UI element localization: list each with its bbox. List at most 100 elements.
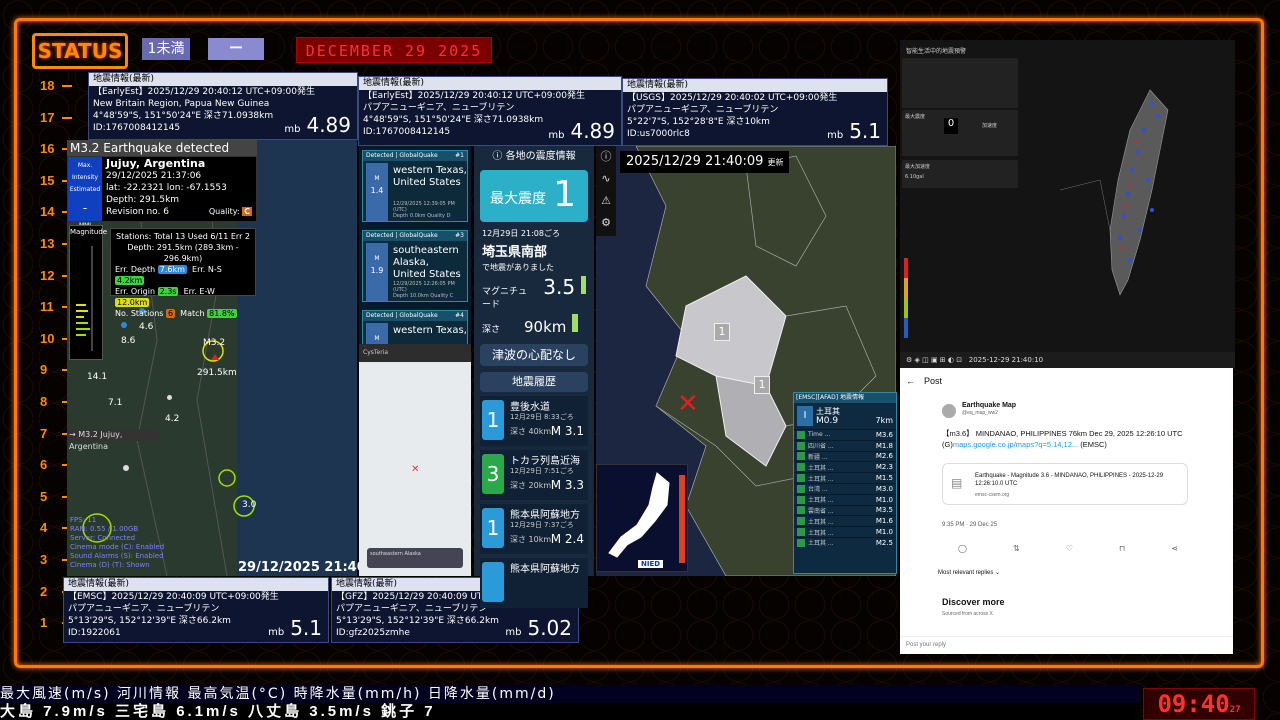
afad-row-text: 土耳其 ... — [808, 529, 834, 537]
history-item[interactable]: 1 豊後水道 12月29日 8:33ごろ 深さ 40km M 3.1 — [480, 396, 588, 446]
debug-line: Server: Connected — [70, 534, 136, 542]
like-icon[interactable]: ♡ — [1066, 544, 1073, 553]
afad-row[interactable]: 台湾 ... M3.0 — [794, 482, 896, 494]
cysteria-map[interactable]: CysTeria ✕ southeastern Alaska — [359, 344, 471, 576]
quake-quality: Quality: C — [208, 207, 252, 216]
event-list-item[interactable]: → M3.2 Jujuy, Argentina — [67, 429, 159, 451]
warning-icon[interactable]: ⚠ — [596, 190, 616, 212]
card-header: 地震情報(最新) — [64, 578, 328, 591]
event-depth-label: 291.5km — [197, 368, 237, 378]
afad-row[interactable]: 土耳其 ... M1.5 — [794, 472, 896, 483]
gq-details: 12/29/2025 12:26:05 PM (UTC) Depth 10.0km… — [393, 281, 455, 299]
post-title: Post — [924, 376, 943, 386]
afad-row[interactable]: 雲南省 ... M3.5 — [794, 504, 896, 516]
intensity-chip: 1未満 — [142, 38, 190, 60]
reply-sort[interactable]: Most relevant replies ⌄ — [938, 569, 1000, 576]
depth-label: 8.6 — [121, 336, 136, 346]
afad-magnitude: M0.9 — [816, 416, 839, 426]
taiwan-map — [1059, 89, 1169, 296]
depth-label: 14.1 — [87, 372, 108, 382]
afad-row[interactable]: Time ... M3.6 — [794, 429, 896, 440]
post-link[interactable]: maps.google.co.jp/maps?q=5.14,12... — [953, 440, 1078, 449]
quake-card-earlyest-en: 地震情報(最新) 【EarlyEst】2025/12/29 20:40:12 U… — [88, 72, 358, 140]
card-magnitude: mb 4.89 — [284, 113, 351, 137]
afad-intensity: I — [797, 406, 813, 426]
afad-row-marker — [797, 441, 805, 450]
card-magnitude: mb 5.02 — [505, 616, 572, 640]
quake-depth: Depth: 291.5km — [106, 195, 180, 205]
date-display: DECEMBER 29 2025 — [296, 37, 492, 63]
quake-latlon: lat: -22.2321 lon: -67.1553 — [106, 183, 227, 193]
link-card[interactable]: ▤ Earthquake - Magnitude 3.6 - MINDANAO,… — [942, 463, 1188, 505]
mini-japan-map — [596, 464, 688, 572]
wave-icon[interactable]: ∿ — [596, 168, 616, 190]
card-source: 【USGS】2025/12/29 20:40:02 UTC+09:00発生 — [627, 93, 838, 103]
afad-row-mag: M1.0 — [875, 528, 893, 537]
afad-row[interactable]: 土耳其 ... M2.3 — [794, 461, 896, 472]
back-arrow-icon[interactable]: ← — [906, 376, 915, 386]
card-header: 地震情報(最新) — [89, 73, 357, 86]
history-item[interactable]: 熊本県阿蘇地方 — [480, 558, 588, 608]
gq-details: 12/29/2025 12:39:05 PM (UTC) Depth 0.0km … — [393, 201, 455, 219]
afad-row[interactable]: 四川省 ... M1.8 — [794, 439, 896, 451]
max-intensity-label: 最大震度 — [490, 191, 546, 207]
afad-row[interactable]: 土耳其 ... M1.0 — [794, 493, 896, 505]
debug-line: RAM: 0.55 / 1.00GB — [70, 525, 139, 533]
history-region: 豊後水道 — [510, 402, 550, 413]
globalquake-item[interactable]: Detected | GlobalQuake #1 M 1.4 western Texa… — [362, 150, 468, 222]
card-region: パプアニューギニア、ニューブリテン — [68, 604, 220, 614]
debug-line: Sound Alarms (S): Enabled — [70, 552, 164, 560]
stations-box: Stations: Total 13 Used 6/11 Err 2 Depth… — [110, 228, 256, 318]
afad-row-mag: M2.6 — [875, 452, 893, 461]
info-icon[interactable]: ⓘ — [596, 146, 616, 168]
history-item[interactable]: 1 熊本県阿蘇地方 12月29日 7:37ごろ 深さ 10km M 2.4 — [480, 504, 588, 554]
avatar[interactable] — [942, 404, 956, 418]
cysteria-footer: southeastern Alaska — [367, 548, 463, 568]
discover-title: Discover more — [942, 597, 1005, 607]
afad-row[interactable]: 土耳其 ... M2.5 — [794, 536, 896, 548]
quake-card-usgs: 地震情報(最新) 【USGS】2025/12/29 20:40:02 UTC+0… — [622, 78, 888, 146]
afad-row-mag: M2.5 — [875, 538, 893, 547]
repost-icon[interactable]: ⇅ — [1013, 544, 1020, 553]
quake-place: Jujuy, Argentina — [106, 157, 206, 170]
history-item[interactable]: 3 トカラ列島近海 12月29日 7:51ごろ 深さ 20km M 3.3 — [480, 450, 588, 500]
tw-blank-block — [902, 58, 1018, 108]
share-icon[interactable]: ⋖ — [1171, 544, 1178, 553]
gq-region: western Texas, — [393, 325, 467, 336]
history-intensity: 1 — [482, 400, 504, 440]
weather-ticker-categories: 最大風速(m/s) 河川情報 最高気温(°C) 時降水量(mm/h) 日降水量(… — [0, 685, 1140, 703]
weather-ticker-values: 大島 7.9m/s 三宅島 6.1m/s 八丈島 3.5m/s 銚子 7 — [0, 703, 1140, 720]
afad-row-marker — [797, 506, 805, 515]
document-icon: ▤ — [951, 476, 963, 490]
level-chip: ー — [208, 38, 264, 60]
intensity-value: - — [82, 201, 88, 215]
afad-row-mag: M1.0 — [875, 495, 893, 504]
globalquake-list: Detected | GlobalQuake #1 M 1.4 western Texa… — [359, 146, 471, 382]
account-handle[interactable]: @eq_map_ww2 — [962, 410, 998, 416]
intensity-box: Max. Intensity Estimated - MMI — [68, 157, 102, 229]
history-intensity: 3 — [482, 454, 504, 494]
afad-row-text: 土耳其 ... — [808, 497, 834, 505]
quake-time: 12月29日 21:08ごろ — [482, 229, 560, 238]
tw-title: 智能生活中的地震預警 — [906, 48, 967, 55]
station-dot — [167, 395, 172, 400]
jp-map-toolbar: ⓘ ∿ ⚠ ⚙ — [596, 146, 616, 236]
bookmark-icon[interactable]: ⊓ — [1119, 544, 1125, 553]
afad-row[interactable]: 土耳其 ... M1.0 — [794, 526, 896, 537]
history-time: 12月29日 7:51ごろ — [510, 467, 574, 475]
epicenter-icon: ✕ — [677, 389, 699, 419]
gear-icon[interactable]: ⚙ — [596, 212, 616, 234]
history-title: 地震履歴 — [480, 372, 588, 392]
afad-row[interactable]: 新疆 ... M2.6 — [794, 450, 896, 462]
gq-item-header: Detected | GlobalQuake #4 — [363, 311, 467, 321]
reply-input[interactable]: Post your reply — [900, 636, 1233, 654]
account-name[interactable]: Earthquake Map — [962, 402, 1016, 409]
gq-region: western Texas, United States — [393, 165, 467, 188]
reply-icon[interactable]: ◯ — [958, 544, 967, 553]
globalquake-item[interactable]: Detected | GlobalQuake #3 M 1.9 southeastern… — [362, 230, 468, 302]
tsunami-status: 津波の心配なし — [480, 344, 588, 366]
depth-row: 深さ 90km — [474, 312, 594, 338]
afad-row[interactable]: 土耳其 ... M1.6 — [794, 515, 896, 526]
jp-map-timestamp: 2025/12/29 21:40:09 更新 — [620, 151, 790, 173]
history-depth: 深さ 10km — [510, 535, 552, 544]
